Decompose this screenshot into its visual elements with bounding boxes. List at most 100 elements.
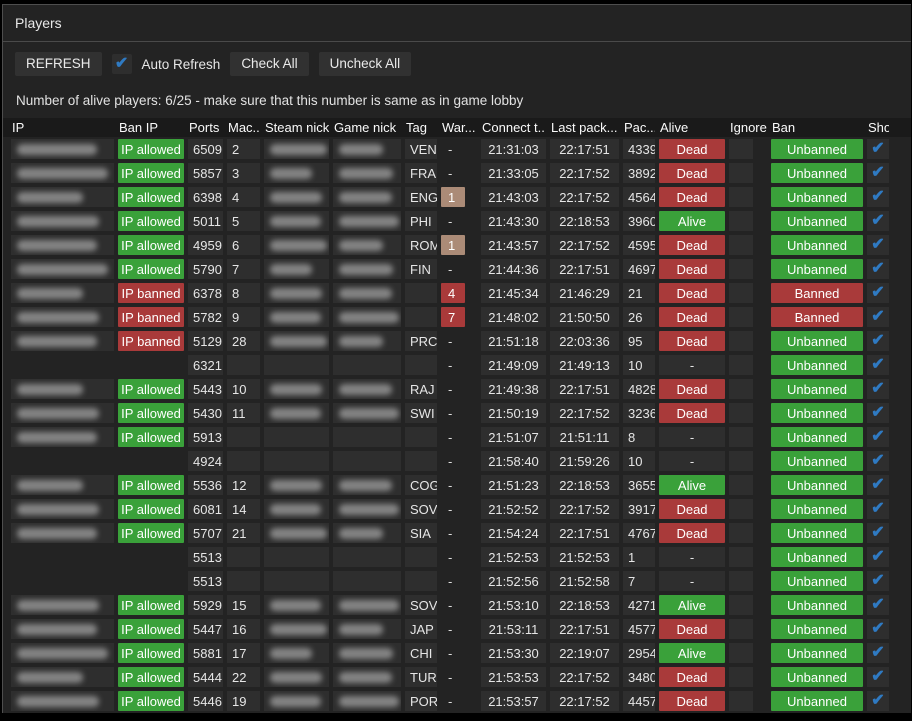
ban-button[interactable]: Unbanned [771,163,863,183]
ban-button[interactable]: Unbanned [771,571,863,591]
ignore-checkbox[interactable] [729,259,753,279]
show-checkbox[interactable]: ✔ [867,355,889,375]
column-header-war[interactable]: War... [441,120,477,135]
show-checkbox[interactable]: ✔ [867,259,889,279]
ban-button[interactable]: Unbanned [771,547,863,567]
ban-ip-button[interactable]: IP allowed [118,403,184,423]
ignore-checkbox[interactable] [729,331,753,351]
column-header-connect-t[interactable]: Connect t... [481,120,546,135]
ban-button[interactable]: Unbanned [771,643,863,663]
ignore-checkbox[interactable] [729,187,753,207]
ban-button[interactable]: Unbanned [771,499,863,519]
ban-button[interactable]: Banned [771,283,863,303]
ignore-checkbox[interactable] [729,595,753,615]
column-header-ignore[interactable]: Ignore [729,120,767,135]
ignore-checkbox[interactable] [729,667,753,687]
ban-button[interactable]: Unbanned [771,691,863,711]
show-checkbox[interactable]: ✔ [867,163,889,183]
column-header-ban[interactable]: Ban [771,120,863,135]
ignore-checkbox[interactable] [729,547,753,567]
ban-ip-button[interactable]: IP allowed [118,691,184,711]
ignore-checkbox[interactable] [729,139,753,159]
auto-refresh-checkbox[interactable]: ✔ [112,54,132,74]
ban-ip-button[interactable]: IP allowed [118,619,184,639]
ignore-checkbox[interactable] [729,427,753,447]
ban-ip-button[interactable]: IP allowed [118,643,184,663]
show-checkbox[interactable]: ✔ [867,307,889,327]
show-checkbox[interactable]: ✔ [867,139,889,159]
column-header-alive[interactable]: Alive [659,120,725,135]
show-checkbox[interactable]: ✔ [867,187,889,207]
ban-button[interactable]: Unbanned [771,259,863,279]
column-header-game-nick[interactable]: Game nick [333,120,401,135]
show-checkbox[interactable]: ✔ [867,499,889,519]
ignore-checkbox[interactable] [729,619,753,639]
show-checkbox[interactable]: ✔ [867,475,889,495]
ban-ip-button[interactable]: IP allowed [118,259,184,279]
ban-ip-button[interactable]: IP banned [118,307,184,327]
column-header-ban-ip[interactable]: Ban IP [118,120,184,135]
ignore-checkbox[interactable] [729,379,753,399]
ban-button[interactable]: Unbanned [771,403,863,423]
ban-ip-button[interactable]: IP allowed [118,595,184,615]
show-checkbox[interactable]: ✔ [867,571,889,591]
ignore-checkbox[interactable] [729,235,753,255]
ban-button[interactable]: Unbanned [771,475,863,495]
ban-button[interactable]: Unbanned [771,187,863,207]
ban-ip-button[interactable]: IP allowed [118,235,184,255]
column-header-steam-nick[interactable]: Steam nick [264,120,329,135]
ignore-checkbox[interactable] [729,475,753,495]
ban-button[interactable]: Unbanned [771,139,863,159]
ignore-checkbox[interactable] [729,283,753,303]
show-checkbox[interactable]: ✔ [867,427,889,447]
column-header-tag[interactable]: Tag [405,120,437,135]
ban-button[interactable]: Unbanned [771,235,863,255]
ban-ip-button[interactable]: IP allowed [118,427,184,447]
check-all-button[interactable]: Check All [230,52,308,76]
ban-ip-button[interactable]: IP allowed [118,667,184,687]
ban-button[interactable]: Unbanned [771,379,863,399]
ignore-checkbox[interactable] [729,523,753,543]
ban-button[interactable]: Banned [771,307,863,327]
column-header-ip[interactable]: IP [11,120,114,135]
show-checkbox[interactable]: ✔ [867,595,889,615]
ban-ip-button[interactable]: IP allowed [118,523,184,543]
ban-button[interactable]: Unbanned [771,427,863,447]
show-checkbox[interactable]: ✔ [867,691,889,711]
refresh-button[interactable]: REFRESH [15,52,102,76]
ignore-checkbox[interactable] [729,451,753,471]
ban-button[interactable]: Unbanned [771,355,863,375]
show-checkbox[interactable]: ✔ [867,379,889,399]
ban-button[interactable]: Unbanned [771,451,863,471]
show-checkbox[interactable]: ✔ [867,619,889,639]
show-checkbox[interactable]: ✔ [867,211,889,231]
ignore-checkbox[interactable] [729,211,753,231]
ignore-checkbox[interactable] [729,691,753,711]
ignore-checkbox[interactable] [729,163,753,183]
ignore-checkbox[interactable] [729,355,753,375]
ban-ip-button[interactable]: IP allowed [118,139,184,159]
column-header-last-pack[interactable]: Last pack... [550,120,619,135]
show-checkbox[interactable]: ✔ [867,643,889,663]
show-checkbox[interactable]: ✔ [867,667,889,687]
ignore-checkbox[interactable] [729,571,753,591]
show-checkbox[interactable]: ✔ [867,451,889,471]
show-checkbox[interactable]: ✔ [867,403,889,423]
ignore-checkbox[interactable] [729,307,753,327]
ban-ip-button[interactable]: IP allowed [118,187,184,207]
show-checkbox[interactable]: ✔ [867,235,889,255]
uncheck-all-button[interactable]: Uncheck All [319,52,412,76]
ban-ip-button[interactable]: IP banned [118,283,184,303]
show-checkbox[interactable]: ✔ [867,523,889,543]
ban-ip-button[interactable]: IP banned [118,331,184,351]
ban-button[interactable]: Unbanned [771,523,863,543]
ban-button[interactable]: Unbanned [771,619,863,639]
ban-ip-button[interactable]: IP allowed [118,475,184,495]
show-checkbox[interactable]: ✔ [867,547,889,567]
ignore-checkbox[interactable] [729,643,753,663]
ban-button[interactable]: Unbanned [771,595,863,615]
show-checkbox[interactable]: ✔ [867,283,889,303]
ban-ip-button[interactable]: IP allowed [118,499,184,519]
column-header-ports[interactable]: Ports [188,120,223,135]
ban-ip-button[interactable]: IP allowed [118,211,184,231]
